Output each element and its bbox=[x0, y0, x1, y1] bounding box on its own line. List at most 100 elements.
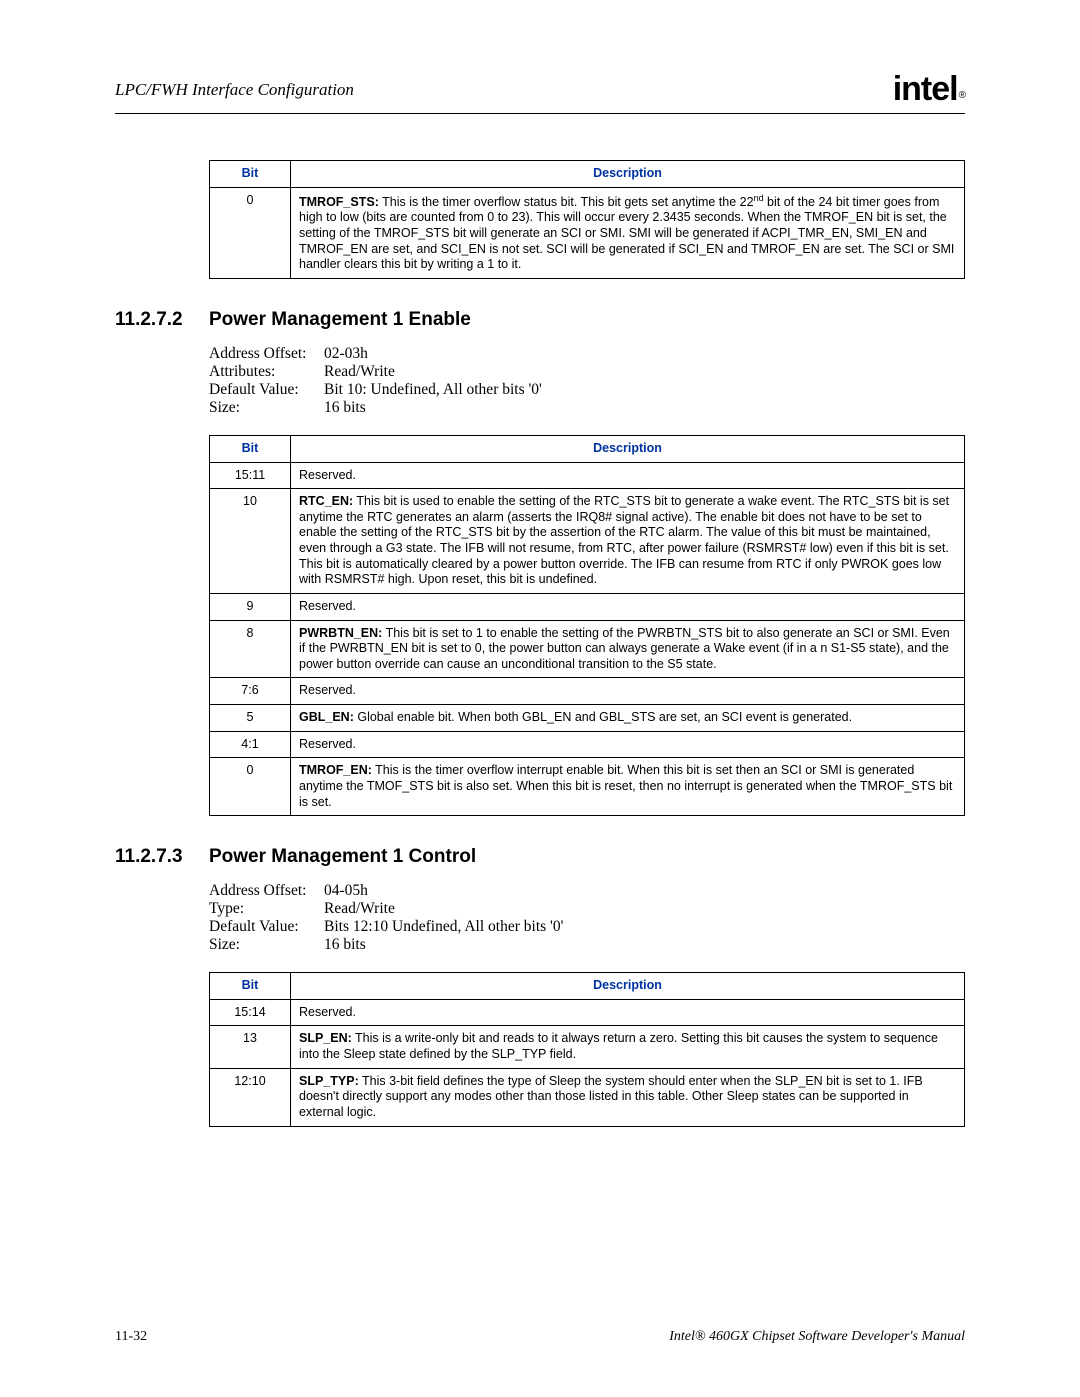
attr-value: 16 bits bbox=[324, 399, 366, 417]
register-table-tmrof-sts: Bit Description 0 TMROF_STS: This is the… bbox=[209, 160, 965, 279]
page-footer: 11-32 Intel® 460GX Chipset Software Deve… bbox=[115, 1329, 965, 1345]
field-name: TMROF_EN: bbox=[299, 763, 372, 777]
superscript: nd bbox=[754, 193, 764, 203]
page-number: 11-32 bbox=[115, 1329, 147, 1345]
desc-text: This bit is set to 1 to enable the setti… bbox=[299, 626, 950, 671]
field-name: SLP_EN: bbox=[299, 1031, 352, 1045]
header-title: LPC/FWH Interface Configuration bbox=[115, 80, 354, 100]
col-description: Description bbox=[291, 435, 965, 462]
attr-row: Address Offset:04-05h bbox=[209, 882, 965, 900]
attr-row: Default Value:Bit 10: Undefined, All oth… bbox=[209, 381, 965, 399]
field-name: GBL_EN: bbox=[299, 710, 354, 724]
bit-cell: 8 bbox=[210, 620, 291, 678]
desc-text: Reserved. bbox=[299, 737, 356, 751]
table-row: 12:10SLP_TYP: This 3-bit field defines t… bbox=[210, 1068, 965, 1126]
col-description: Description bbox=[291, 973, 965, 1000]
section-heading-11-2-7-2: 11.2.7.2 Power Management 1 Enable bbox=[115, 309, 965, 331]
table-row: 8PWRBTN_EN: This bit is set to 1 to enab… bbox=[210, 620, 965, 678]
field-name: SLP_TYP: bbox=[299, 1074, 359, 1088]
desc-cell: Reserved. bbox=[291, 731, 965, 758]
bit-cell: 5 bbox=[210, 705, 291, 732]
table-row: 15:11 Reserved. bbox=[210, 462, 965, 489]
desc-cell: TMROF_EN: This is the timer overflow int… bbox=[291, 758, 965, 816]
attr-value: 16 bits bbox=[324, 936, 366, 954]
desc-text: Reserved. bbox=[299, 468, 356, 482]
attr-label: Default Value: bbox=[209, 918, 324, 936]
logo-registered: ® bbox=[959, 90, 966, 101]
desc-cell: Reserved. bbox=[291, 462, 965, 489]
table-row: 7:6 Reserved. bbox=[210, 678, 965, 705]
intel-logo: intel ® bbox=[893, 70, 965, 109]
bit-cell: 9 bbox=[210, 593, 291, 620]
table-row: 13SLP_EN: This is a write-only bit and r… bbox=[210, 1026, 965, 1068]
attr-row: Attributes:Read/Write bbox=[209, 363, 965, 381]
desc-cell: Reserved. bbox=[291, 678, 965, 705]
register-attributes: Address Offset:04-05h Type:Read/Write De… bbox=[209, 882, 965, 954]
table-row: 15:14 Reserved. bbox=[210, 999, 965, 1026]
attr-value: Bits 12:10 Undefined, All other bits '0' bbox=[324, 918, 563, 936]
table-row: 4:1 Reserved. bbox=[210, 731, 965, 758]
register-table-pm1-control: Bit Description 15:14Reserved. 13SLP_EN:… bbox=[209, 972, 965, 1126]
desc-cell: PWRBTN_EN: This bit is set to 1 to enabl… bbox=[291, 620, 965, 678]
attr-value: Bit 10: Undefined, All other bits '0' bbox=[324, 381, 542, 399]
desc-text: This 3-bit field defines the type of Sle… bbox=[299, 1074, 923, 1119]
bit-cell: 15:11 bbox=[210, 462, 291, 489]
desc-text: Reserved. bbox=[299, 1005, 356, 1019]
bit-cell: 12:10 bbox=[210, 1068, 291, 1126]
desc-text: Reserved. bbox=[299, 683, 356, 697]
section-title: Power Management 1 Enable bbox=[209, 309, 471, 331]
table-row: 5GBL_EN: Global enable bit. When both GB… bbox=[210, 705, 965, 732]
section-number: 11.2.7.2 bbox=[115, 309, 209, 331]
field-name: PWRBTN_EN: bbox=[299, 626, 382, 640]
field-name: RTC_EN: bbox=[299, 494, 353, 508]
table-row: 0TMROF_EN: This is the timer overflow in… bbox=[210, 758, 965, 816]
desc-text: Global enable bit. When both GBL_EN and … bbox=[354, 710, 852, 724]
attr-label: Default Value: bbox=[209, 381, 324, 399]
register-attributes: Address Offset:02-03h Attributes:Read/Wr… bbox=[209, 345, 965, 417]
desc-text: This bit is used to enable the setting o… bbox=[299, 494, 949, 586]
desc-cell: Reserved. bbox=[291, 999, 965, 1026]
section-title: Power Management 1 Control bbox=[209, 846, 476, 868]
bit-cell: 10 bbox=[210, 489, 291, 594]
page-header: LPC/FWH Interface Configuration intel ® bbox=[115, 70, 965, 114]
attr-label: Attributes: bbox=[209, 363, 324, 381]
desc-cell: SLP_EN: This is a write-only bit and rea… bbox=[291, 1026, 965, 1068]
desc-cell: GBL_EN: Global enable bit. When both GBL… bbox=[291, 705, 965, 732]
attr-row: Address Offset:02-03h bbox=[209, 345, 965, 363]
attr-row: Size:16 bits bbox=[209, 399, 965, 417]
section-number: 11.2.7.3 bbox=[115, 846, 209, 868]
manual-title: Intel® 460GX Chipset Software Developer'… bbox=[669, 1329, 965, 1345]
bit-cell: 15:14 bbox=[210, 999, 291, 1026]
attr-label: Size: bbox=[209, 936, 324, 954]
bit-cell: 7:6 bbox=[210, 678, 291, 705]
desc-text: This is a write-only bit and reads to it… bbox=[299, 1031, 938, 1061]
bit-cell: 4:1 bbox=[210, 731, 291, 758]
bit-cell: 0 bbox=[210, 187, 291, 278]
desc-cell: Reserved. bbox=[291, 593, 965, 620]
bit-cell: 0 bbox=[210, 758, 291, 816]
attr-label: Size: bbox=[209, 399, 324, 417]
desc-text: This is the timer overflow interrupt ena… bbox=[299, 763, 952, 808]
col-bit: Bit bbox=[210, 161, 291, 188]
attr-value: Read/Write bbox=[324, 363, 395, 381]
desc-cell: SLP_TYP: This 3-bit field defines the ty… bbox=[291, 1068, 965, 1126]
register-table-pm1-enable: Bit Description 15:11Reserved. 10RTC_EN:… bbox=[209, 435, 965, 816]
col-description: Description bbox=[291, 161, 965, 188]
desc-cell: TMROF_STS: This is the timer overflow st… bbox=[291, 187, 965, 278]
desc-text: Reserved. bbox=[299, 599, 356, 613]
desc-cell: RTC_EN: This bit is used to enable the s… bbox=[291, 489, 965, 594]
attr-label: Address Offset: bbox=[209, 882, 324, 900]
attr-value: Read/Write bbox=[324, 900, 395, 918]
table-row: 10RTC_EN: This bit is used to enable the… bbox=[210, 489, 965, 594]
bit-cell: 13 bbox=[210, 1026, 291, 1068]
col-bit: Bit bbox=[210, 973, 291, 1000]
attr-label: Address Offset: bbox=[209, 345, 324, 363]
attr-row: Type:Read/Write bbox=[209, 900, 965, 918]
attr-label: Type: bbox=[209, 900, 324, 918]
col-bit: Bit bbox=[210, 435, 291, 462]
field-name: TMROF_STS: bbox=[299, 195, 379, 209]
attr-row: Default Value:Bits 12:10 Undefined, All … bbox=[209, 918, 965, 936]
table-row: 9 Reserved. bbox=[210, 593, 965, 620]
section-heading-11-2-7-3: 11.2.7.3 Power Management 1 Control bbox=[115, 846, 965, 868]
table-row: 0 TMROF_STS: This is the timer overflow … bbox=[210, 187, 965, 278]
